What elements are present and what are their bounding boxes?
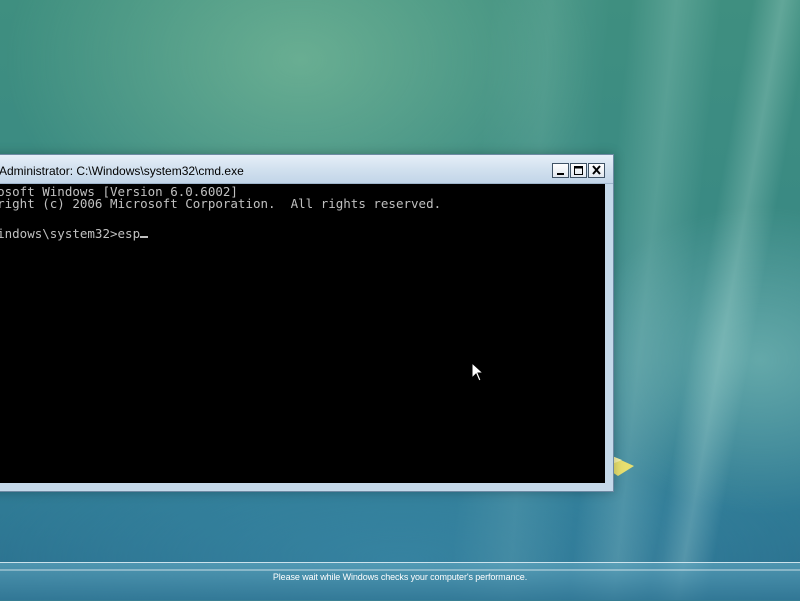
desktop-object-fragment xyxy=(612,456,634,476)
status-bar-divider xyxy=(0,569,800,571)
text-cursor xyxy=(140,236,149,238)
window-title: Administrator: C:\Windows\system32\cmd.e… xyxy=(0,164,244,178)
light-ray xyxy=(647,0,800,600)
close-button[interactable] xyxy=(588,163,605,178)
maximize-button[interactable] xyxy=(570,163,587,178)
mouse-pointer-icon xyxy=(471,362,485,382)
console-line: Copyright (c) 2006 Microsoft Corporation… xyxy=(0,196,442,211)
console-area[interactable]: Microsoft Windows [Version 6.0.6002] Cop… xyxy=(0,184,605,483)
status-bar: Please wait while Windows checks your co… xyxy=(0,562,800,601)
minimize-icon xyxy=(557,173,564,175)
prompt-path: C:\Windows\system32> xyxy=(0,226,118,241)
window-controls xyxy=(551,163,605,181)
title-bar[interactable]: Administrator: C:\Windows\system32\cmd.e… xyxy=(0,155,613,184)
maximize-icon xyxy=(574,166,583,175)
minimize-button[interactable] xyxy=(552,163,569,178)
command-prompt[interactable]: C:\Windows\system32>esp xyxy=(0,226,149,241)
command-input[interactable]: esp xyxy=(118,226,141,241)
cmd-window[interactable]: Administrator: C:\Windows\system32\cmd.e… xyxy=(0,154,614,492)
status-message: Please wait while Windows checks your co… xyxy=(272,572,528,582)
close-icon xyxy=(592,165,601,175)
